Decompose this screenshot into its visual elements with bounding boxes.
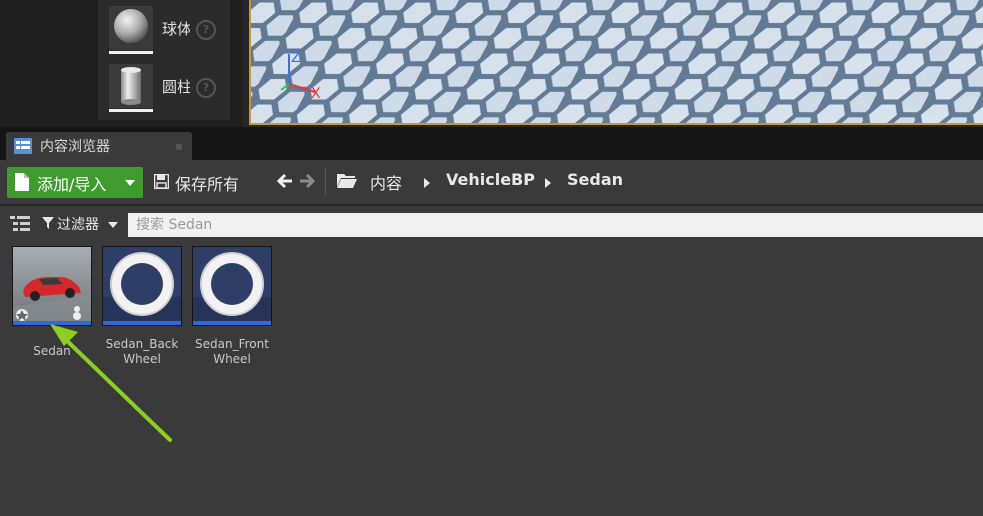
annotation-arrow — [50, 324, 172, 442]
